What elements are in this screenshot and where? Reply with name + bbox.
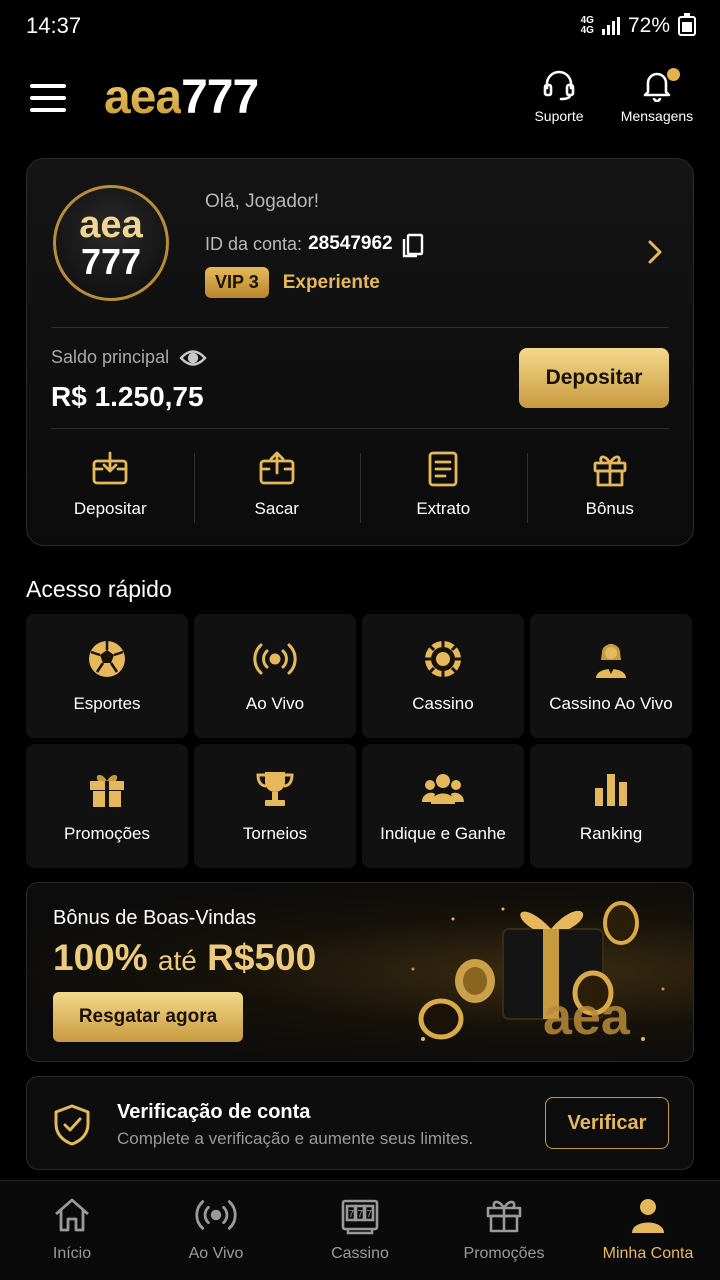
messages-button[interactable]: Mensagens bbox=[612, 68, 702, 124]
account-id-value: 28547962 bbox=[308, 233, 393, 254]
live-broadcast-icon bbox=[253, 643, 297, 675]
divider bbox=[51, 327, 669, 328]
user-icon bbox=[632, 1199, 664, 1233]
nav-home[interactable]: Início bbox=[0, 1181, 144, 1280]
svg-text:7: 7 bbox=[349, 1209, 355, 1220]
svg-text:7: 7 bbox=[358, 1209, 364, 1220]
welcome-bonus-banner[interactable]: aea Bônus de Boas-Vindas 100% até R$500 … bbox=[26, 882, 694, 1062]
headset-icon bbox=[543, 70, 575, 101]
soccer-ball-icon bbox=[89, 641, 125, 677]
greeting: Olá, Jogador! bbox=[205, 191, 320, 212]
verify-button[interactable]: Verificar bbox=[545, 1097, 669, 1149]
eye-icon[interactable] bbox=[179, 348, 207, 368]
nav-live[interactable]: Ao Vivo bbox=[144, 1181, 288, 1280]
logo[interactable]: aea777 bbox=[104, 70, 259, 125]
avatar[interactable]: aea 777 bbox=[53, 185, 169, 301]
network-icon: 4G 4G bbox=[580, 15, 594, 36]
quick-live[interactable]: Ao Vivo bbox=[194, 614, 356, 738]
status-time: 14:37 bbox=[26, 13, 82, 38]
gift-icon bbox=[486, 1200, 522, 1233]
quick-promotions[interactable]: Promoções bbox=[26, 744, 188, 868]
promo-title: Bônus de Boas-Vindas bbox=[53, 907, 257, 929]
battery-text: 72% bbox=[627, 14, 670, 37]
ranking-icon bbox=[595, 774, 627, 806]
claim-bonus-button[interactable]: Resgatar agora bbox=[53, 992, 243, 1042]
gift-icon bbox=[90, 774, 124, 807]
wallet-actions: Depositar Sacar Extrato Bônus bbox=[27, 449, 693, 529]
status-icons: 4G 4G 72% bbox=[580, 13, 696, 38]
action-statement[interactable]: Extrato bbox=[360, 449, 527, 529]
action-bonus[interactable]: Bônus bbox=[526, 449, 694, 529]
account-id: ID da conta: 28547962 bbox=[205, 230, 427, 258]
shield-check-icon bbox=[54, 1104, 90, 1146]
battery-icon bbox=[678, 13, 696, 36]
verification-card: Verificação de conta Complete a verifica… bbox=[26, 1076, 694, 1170]
quick-sports[interactable]: Esportes bbox=[26, 614, 188, 738]
casino-chip-icon bbox=[425, 641, 461, 677]
action-withdraw[interactable]: Sacar bbox=[193, 449, 361, 529]
trophy-icon bbox=[256, 772, 294, 806]
quick-access-title: Acesso rápido bbox=[26, 576, 172, 602]
quick-access-grid: Esportes Ao Vivo Cassino Cassino Ao Vivo bbox=[26, 614, 694, 868]
withdraw-box-icon bbox=[259, 451, 295, 485]
quick-live-casino[interactable]: Cassino Ao Vivo bbox=[530, 614, 692, 738]
action-deposit[interactable]: Depositar bbox=[27, 449, 194, 529]
balance-value: R$ 1.250,75 bbox=[51, 381, 204, 412]
banner-logo-text: aea bbox=[543, 988, 631, 1046]
home-icon bbox=[55, 1198, 89, 1232]
copy-icon[interactable] bbox=[399, 230, 427, 258]
slot-machine-icon: 7 7 7 bbox=[341, 1199, 379, 1235]
document-icon bbox=[428, 451, 458, 487]
support-button[interactable]: Suporte bbox=[514, 68, 604, 124]
quick-tournaments[interactable]: Torneios bbox=[194, 744, 356, 868]
deposit-box-icon bbox=[92, 451, 128, 485]
quick-refer[interactable]: Indique e Ganhe bbox=[362, 744, 524, 868]
menu-icon[interactable] bbox=[30, 84, 66, 112]
nav-casino[interactable]: 7 7 7 Cassino bbox=[288, 1181, 432, 1280]
signal-icon bbox=[601, 17, 620, 35]
vip-level: Experiente bbox=[282, 271, 380, 293]
users-icon bbox=[422, 774, 464, 804]
gift-coins-illustration: aea bbox=[411, 901, 665, 1046]
app-header: aea777 Suporte Mensagens bbox=[0, 60, 720, 140]
quick-casino[interactable]: Cassino bbox=[362, 614, 524, 738]
divider bbox=[51, 428, 669, 429]
nav-my-account[interactable]: Minha Conta bbox=[576, 1181, 720, 1280]
dealer-icon bbox=[596, 644, 626, 678]
chevron-right-icon[interactable] bbox=[647, 239, 663, 265]
balance-label: Saldo principal bbox=[51, 347, 207, 368]
gift-icon bbox=[593, 455, 627, 487]
account-card: aea 777 Olá, Jogador! ID da conta: 28547… bbox=[26, 158, 694, 546]
nav-promotions[interactable]: Promoções bbox=[432, 1181, 576, 1280]
status-bar: 14:37 4G 4G 72% bbox=[0, 0, 720, 52]
verification-title: Verificação de conta bbox=[117, 1101, 311, 1123]
live-broadcast-icon bbox=[195, 1200, 237, 1230]
promo-amount: 100% até R$500 bbox=[53, 937, 317, 978]
verification-subtitle: Complete a verificação e aumente seus li… bbox=[117, 1129, 474, 1148]
vip-row: VIP 3 Experiente bbox=[205, 267, 380, 298]
notification-dot bbox=[667, 68, 680, 81]
bottom-nav: Início Ao Vivo 7 7 7 Cassino Promoções M… bbox=[0, 1180, 720, 1280]
vip-badge: VIP 3 bbox=[205, 267, 269, 298]
deposit-button[interactable]: Depositar bbox=[519, 348, 669, 408]
svg-text:7: 7 bbox=[367, 1209, 373, 1220]
quick-ranking[interactable]: Ranking bbox=[530, 744, 692, 868]
